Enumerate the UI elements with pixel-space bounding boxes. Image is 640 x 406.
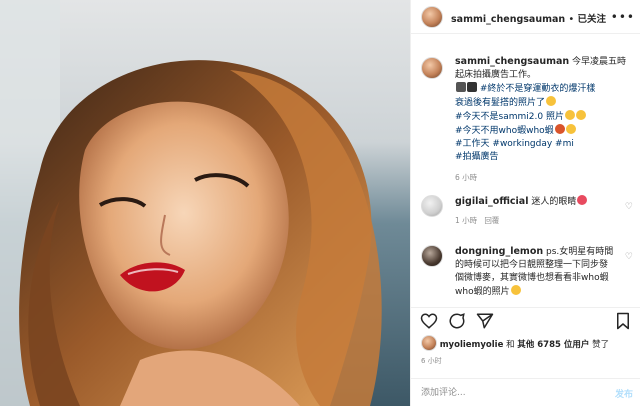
- caption: sammi_chengsauman 今早凌晨五時起床拍攝廣告工作。 #終於不是穿…: [455, 55, 635, 183]
- post-header: sammi_chengsauman • 已关注 •••: [411, 0, 640, 34]
- emoji-icon: [554, 124, 565, 134]
- commenter-avatar[interactable]: [421, 195, 443, 217]
- heart-icon[interactable]: [420, 312, 438, 330]
- reply-button[interactable]: 回覆: [484, 216, 499, 225]
- likes-suffix: 赞了: [592, 340, 610, 350]
- clapper-emoji-icon: [467, 82, 477, 92]
- author-username[interactable]: sammi_chengsauman: [451, 14, 565, 25]
- post-photo[interactable]: [0, 0, 410, 406]
- emoji-icon: [564, 110, 575, 120]
- emoji-icon: [565, 124, 576, 134]
- comment-item: dongning_lemon ps.女明星有時間的時候可以把今日靚照整理一下同步…: [455, 245, 615, 299]
- more-icon[interactable]: •••: [611, 10, 635, 24]
- hashtag-link-continued[interactable]: 衰過後有髮搭的照片了: [455, 98, 545, 108]
- hashtag-link[interactable]: #終於不是穿運動衣的爆汗樣: [480, 84, 596, 94]
- caption-hashtag-line-1: #終於不是穿運動衣的爆汗樣: [455, 82, 635, 96]
- smile-emoji-icon: [546, 96, 557, 106]
- camera-emoji-icon: [456, 82, 466, 92]
- comment-like-heart-icon[interactable]: ♡: [625, 252, 633, 262]
- post-comment-button[interactable]: 发布: [615, 387, 633, 400]
- smile-emoji-icon: [510, 285, 521, 295]
- commenter-username[interactable]: dongning_lemon: [455, 246, 543, 257]
- hashtag-link[interactable]: #工作天 #workingday #mi: [455, 139, 574, 149]
- post-action-bar: [411, 307, 640, 331]
- caption-timestamp: 6 小時: [455, 173, 478, 182]
- liker-avatar[interactable]: [421, 335, 437, 351]
- caption-author-avatar[interactable]: [421, 57, 443, 79]
- likes-count-link[interactable]: 其他 6785 位用户: [517, 340, 589, 350]
- comment-composer: 发布: [411, 378, 640, 406]
- heart-eyes-emoji-icon: [577, 195, 588, 205]
- comment-like-heart-icon[interactable]: ♡: [625, 202, 633, 212]
- comment-input[interactable]: [421, 385, 601, 401]
- comment-text: 迷人的眼睛: [531, 197, 577, 207]
- comments-scroll-area[interactable]: sammi_chengsauman 今早凌晨五時起床拍攝廣告工作。 #終於不是穿…: [411, 35, 640, 307]
- hashtag-link[interactable]: #今天不用who蝦who蝦: [455, 126, 554, 136]
- emoji-icon: [575, 110, 586, 120]
- hashtag-link[interactable]: #今天不是sammi2.0 照片: [455, 112, 564, 122]
- commenter-avatar[interactable]: [421, 245, 443, 267]
- author-avatar[interactable]: [421, 6, 443, 28]
- hashtag-link[interactable]: #拍攝廣告: [455, 152, 499, 162]
- post-timestamp: 6 小时: [421, 357, 442, 365]
- portrait-illustration: [0, 0, 410, 406]
- commenter-username[interactable]: gigilai_official: [455, 196, 528, 207]
- instagram-post-modal: sammi_chengsauman • 已关注 ••• sammi_chengs…: [0, 0, 640, 406]
- follow-status-button[interactable]: 已关注: [577, 14, 606, 25]
- share-icon[interactable]: [476, 312, 494, 330]
- comment-meta: 1 小時 回覆: [455, 215, 615, 226]
- caption-username[interactable]: sammi_chengsauman: [455, 56, 569, 67]
- liker-username[interactable]: myoliemyolie: [440, 340, 504, 350]
- comment-item: gigilai_official 迷人的眼睛 1 小時 回覆: [455, 195, 615, 226]
- comment-timestamp: 1 小時: [455, 216, 478, 225]
- caption-hashtag-line-5: #拍攝廣告: [455, 151, 635, 164]
- caption-hashtag-line-4: #工作天 #workingday #mi: [455, 138, 635, 151]
- caption-hashtag-line-3: #今天不用who蝦who蝦: [455, 124, 635, 138]
- likes-and-label: 和: [506, 340, 515, 350]
- caption-hashtag-line-2: #今天不是sammi2.0 照片: [455, 110, 635, 124]
- caption-hashtag-line-1b: 衰過後有髮搭的照片了: [455, 96, 635, 110]
- comment-icon[interactable]: [448, 312, 466, 330]
- header-user-line: sammi_chengsauman • 已关注: [451, 11, 606, 25]
- bookmark-icon[interactable]: [614, 312, 632, 330]
- separator-dot: •: [568, 14, 575, 25]
- post-sidebar: sammi_chengsauman • 已关注 ••• sammi_chengs…: [410, 0, 640, 406]
- likes-summary: myoliemyolie 和 其他 6785 位用户 赞了: [421, 335, 635, 351]
